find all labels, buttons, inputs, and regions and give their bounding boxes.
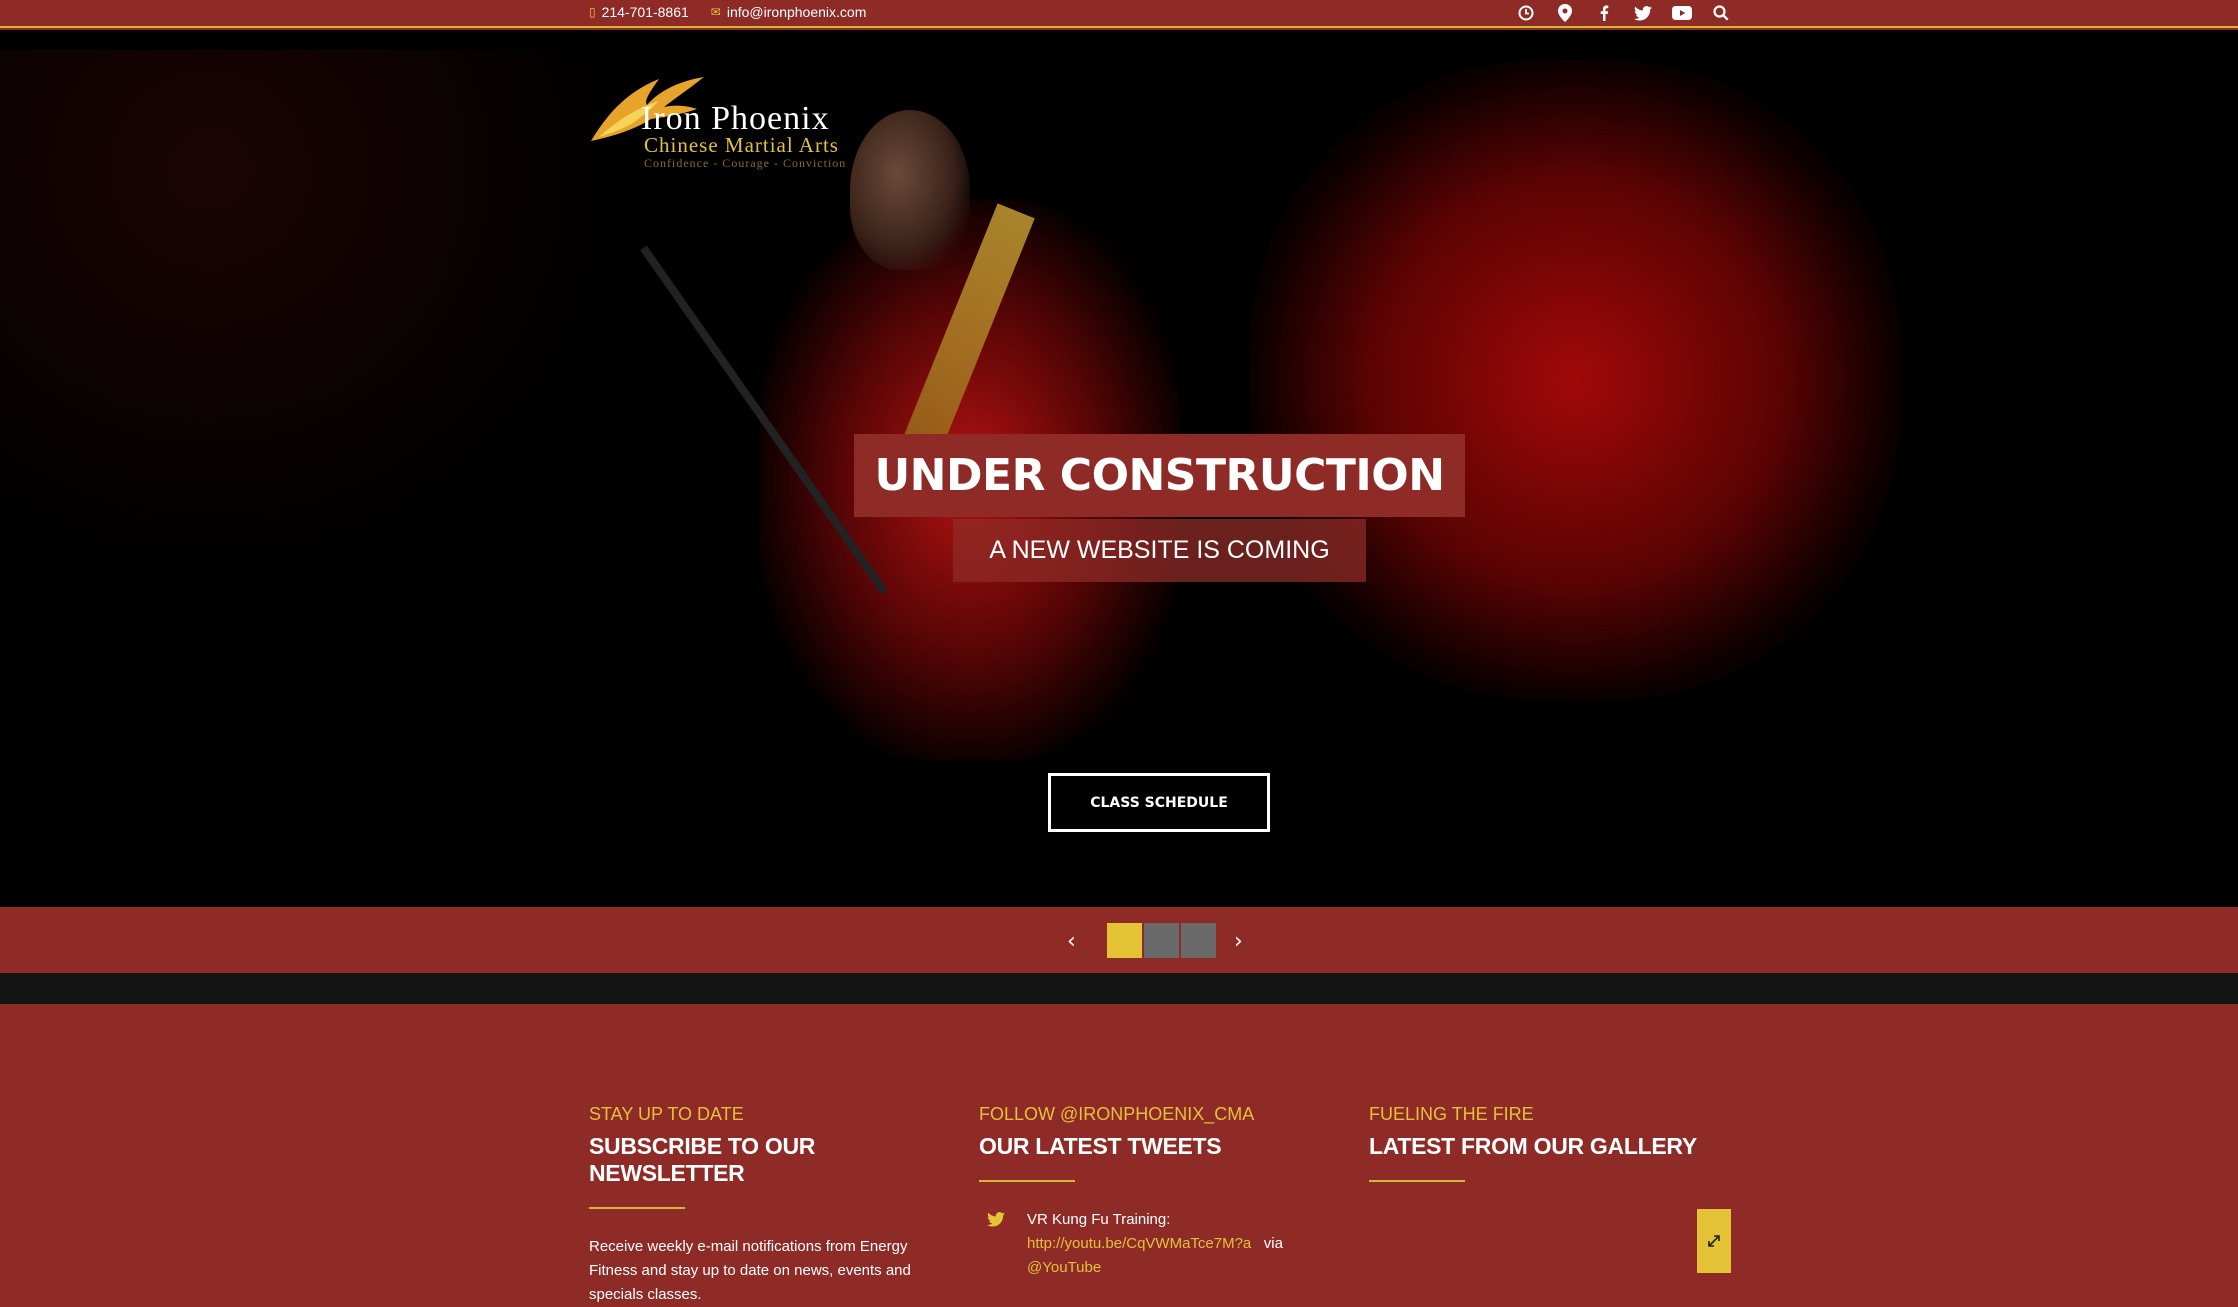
hero-motion-blur (1250, 60, 1900, 700)
gallery-rule (1369, 1180, 1465, 1182)
clock-icon[interactable] (1516, 3, 1536, 23)
gallery-kicker: FUELING THE FIRE (1369, 1104, 1534, 1124)
newsletter-kicker: STAY UP TO DATE (589, 1104, 744, 1124)
class-schedule-button[interactable]: CLASS SCHEDULE (1048, 773, 1270, 832)
tweet-via: via (1263, 1235, 1283, 1252)
tweet-text: VR Kung Fu Training: http://youtu.be/CqV… (1027, 1208, 1283, 1280)
expand-button[interactable] (1697, 1209, 1731, 1273)
hero-headline-box: UNDER CONSTRUCTION (854, 434, 1465, 517)
youtube-icon[interactable] (1672, 3, 1692, 23)
slider-next-button[interactable]: › (1234, 929, 1243, 954)
hero-subheadline-box: A NEW WEBSITE IS COMING (953, 519, 1366, 582)
tweet-link[interactable]: http://youtu.be/CqVWMaTce7M?a (1027, 1235, 1251, 1252)
newsletter-column: STAY UP TO DATE SUBSCRIBE TO OUR NEWSLET… (589, 1104, 949, 1307)
contact-info: ▯ 214-701-8861 ✉ info@ironphoenix.com (589, 4, 866, 20)
site-logo[interactable]: Iron Phoenix Chinese Martial Arts Confid… (589, 43, 909, 173)
gallery-title: LATEST FROM OUR GALLERY (1369, 1133, 1697, 1159)
slider-nav: ‹ › (0, 907, 2238, 973)
map-pin-icon[interactable] (1555, 3, 1575, 23)
tweet-body: VR Kung Fu Training: (1027, 1211, 1171, 1228)
newsletter-rule (589, 1207, 685, 1209)
logo-subtitle: Chinese Martial Arts (644, 133, 839, 157)
social-icons (1516, 3, 1731, 23)
tweet-handle[interactable]: @YouTube (1027, 1256, 1283, 1280)
email-link[interactable]: info@ironphoenix.com (727, 4, 867, 20)
mail-icon: ✉ (710, 5, 721, 19)
newsletter-body: Receive weekly e-mail notifications from… (589, 1238, 911, 1303)
gallery-column: FUELING THE FIRE LATEST FROM OUR GALLERY (1369, 1104, 1729, 1182)
slider-pagination (1107, 923, 1216, 958)
newsletter-title: SUBSCRIBE TO OUR NEWSLETTER (589, 1133, 816, 1186)
expand-icon (1708, 1235, 1720, 1247)
slider-dot-2[interactable] (1144, 923, 1179, 958)
twitter-icon (979, 1208, 1027, 1280)
phone-number[interactable]: 214-701-8861 (602, 4, 689, 20)
slider-dot-3[interactable] (1181, 923, 1216, 958)
tweet-item: VR Kung Fu Training: http://youtu.be/CqV… (979, 1208, 1339, 1280)
twitter-icon[interactable] (1633, 3, 1653, 23)
section-divider (0, 973, 2238, 1004)
hero-headline: UNDER CONSTRUCTION (874, 450, 1445, 501)
tweets-kicker[interactable]: FOLLOW @IRONPHOENIX_CMA (979, 1104, 1339, 1125)
facebook-icon[interactable] (1594, 3, 1614, 23)
tweets-title: OUR LATEST TWEETS (979, 1133, 1222, 1159)
search-icon[interactable] (1711, 3, 1731, 23)
top-bar: ▯ 214-701-8861 ✉ info@ironphoenix.com (0, 0, 2238, 28)
hero-subheadline: A NEW WEBSITE IS COMING (989, 536, 1330, 564)
tweets-rule (979, 1180, 1075, 1182)
slider-dot-1[interactable] (1107, 923, 1142, 958)
tweets-column: FOLLOW @IRONPHOENIX_CMA OUR LATEST TWEET… (979, 1104, 1339, 1280)
section-divider-notch (1121, 973, 1197, 1004)
logo-tagline: Confidence - Courage - Conviction (644, 156, 847, 170)
slider-prev-button[interactable]: ‹ (1067, 929, 1076, 954)
phone-icon: ▯ (589, 5, 596, 19)
